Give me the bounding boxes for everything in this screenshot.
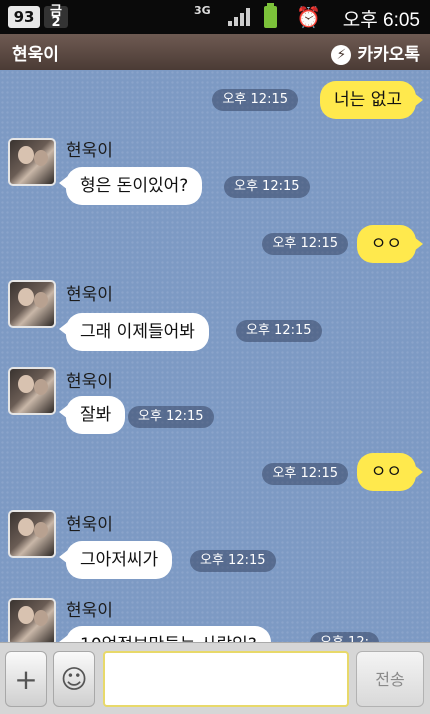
- calendar-day-badge: 금 2: [44, 5, 68, 29]
- avatar[interactable]: [8, 138, 56, 186]
- alarm-icon: ⏰: [296, 5, 321, 29]
- message-time: 오후 12:15: [212, 89, 298, 111]
- incoming-message-bubble[interactable]: 10억정보만들는 사람있?: [59, 626, 271, 642]
- kakaotalk-brand: ⚡ 카카오톡: [331, 40, 420, 65]
- message-time: 오후 12:15: [128, 406, 214, 428]
- attach-plus-button[interactable]: +: [5, 651, 47, 707]
- message-time: 오후 12:15: [236, 320, 322, 342]
- sender-name: 현욱이: [66, 285, 113, 305]
- brand-label: 카카오톡: [357, 45, 420, 65]
- sender-name: 현욱이: [66, 372, 113, 392]
- avatar[interactable]: [8, 367, 56, 415]
- status-clock: 오후 6:05: [342, 10, 420, 31]
- notification-count-badge: 93: [8, 6, 40, 28]
- outgoing-message-bubble[interactable]: ㅇㅇ: [356, 453, 424, 491]
- message-time: 오후 12:15: [190, 550, 276, 572]
- message-input[interactable]: [103, 651, 349, 707]
- chat-message-list[interactable]: 오후 12:15 너는 없고 현욱이 형은 돈이있어? 오후 12:15 오후 …: [0, 70, 430, 642]
- message-time: 오후 12:: [310, 632, 379, 642]
- outgoing-message-bubble[interactable]: ㅇㅇ: [356, 225, 424, 263]
- chat-title-bar: 현욱이 ⚡ 카카오톡: [0, 34, 430, 70]
- kakaotalk-logo-icon: ⚡: [331, 45, 352, 65]
- avatar[interactable]: [8, 280, 56, 328]
- incoming-message-bubble[interactable]: 형은 돈이있어?: [58, 167, 203, 205]
- avatar[interactable]: [8, 598, 56, 642]
- send-button[interactable]: 전송: [356, 651, 424, 707]
- signal-icon: [228, 8, 250, 26]
- message-time: 오후 12:15: [262, 463, 348, 485]
- emoticon-button[interactable]: ☺: [53, 651, 95, 707]
- chat-title: 현욱이: [12, 45, 59, 65]
- incoming-message-bubble[interactable]: 잘봐: [58, 396, 126, 434]
- sender-name: 현욱이: [66, 515, 113, 535]
- network-type-label: 3G: [194, 4, 211, 17]
- incoming-message-bubble[interactable]: 그래 이제들어봐: [59, 313, 209, 351]
- sender-name: 현욱이: [66, 141, 113, 161]
- incoming-message-bubble[interactable]: 그아저씨가: [58, 541, 173, 579]
- status-bar: 93 금 2 3G ⏰ 오후 6:05: [0, 0, 430, 34]
- sender-name: 현욱이: [66, 601, 113, 621]
- outgoing-message-bubble[interactable]: 너는 없고: [320, 81, 423, 119]
- message-input-bar: + ☺ 전송: [0, 642, 430, 714]
- message-time: 오후 12:15: [224, 176, 310, 198]
- message-time: 오후 12:15: [262, 233, 348, 255]
- avatar[interactable]: [8, 510, 56, 558]
- battery-icon: [264, 3, 277, 28]
